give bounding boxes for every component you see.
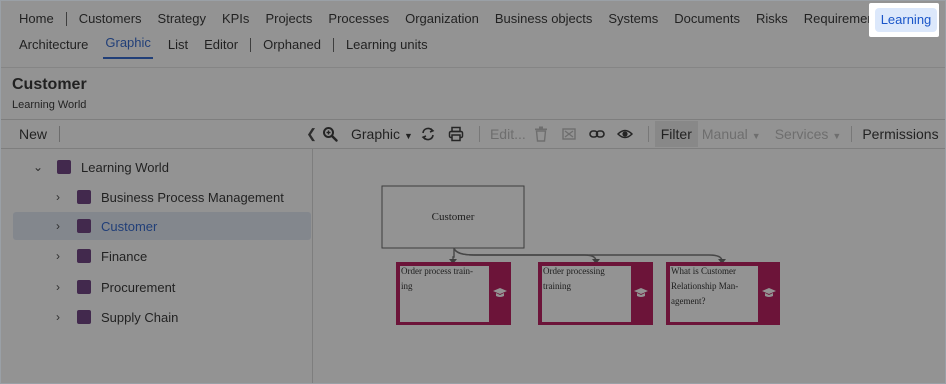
tree-item-label: Learning World — [81, 159, 169, 175]
diagram-root-label: Customer — [431, 211, 475, 223]
chevron-down-icon: ▼ — [404, 131, 413, 141]
folder-icon — [77, 219, 91, 233]
toolbar: New ❮ Graphic ▼ Edit... Filter Manual ▼ … — [1, 119, 945, 149]
tab-divider — [250, 38, 252, 52]
nav-risks[interactable]: Risks — [748, 7, 796, 31]
tree-item-procurement[interactable]: › Procurement — [13, 273, 311, 301]
nav-home[interactable]: Home — [11, 7, 62, 31]
graphic-dropdown[interactable]: Graphic ▼ — [347, 126, 417, 142]
learning-nav-highlight: Learning — [869, 3, 939, 37]
tree-item-finance[interactable]: › Finance — [13, 242, 311, 270]
manual-dropdown[interactable]: Manual ▼ — [698, 126, 765, 142]
folder-icon — [77, 280, 91, 294]
nav-projects[interactable]: Projects — [257, 7, 320, 31]
learning-unit-label: What is Customer Relationship Man- ageme… — [671, 264, 759, 309]
toolbar-divider — [851, 126, 853, 142]
connector-line — [453, 247, 723, 262]
nav-strategy[interactable]: Strategy — [150, 7, 214, 31]
toolbar-divider — [478, 126, 480, 142]
learning-unit-line: ing — [401, 281, 413, 291]
page-subtitle: Learning World — [12, 99, 87, 111]
refresh-icon[interactable] — [417, 123, 439, 145]
tab-learning-units[interactable]: Learning units — [338, 33, 436, 57]
nav-customers[interactable]: Customers — [71, 7, 150, 31]
top-navigation: Home Customers Strategy KPIs Projects Pr… — [1, 1, 945, 67]
chevron-right-icon[interactable]: › — [51, 219, 65, 233]
page-title: Customer — [12, 76, 87, 93]
tree-item-label: Customer — [101, 218, 158, 234]
folder-icon — [57, 160, 71, 174]
chevron-down-icon: ▼ — [751, 131, 761, 141]
edit-button[interactable]: Edit... — [486, 126, 530, 142]
tab-graphic[interactable]: Graphic — [96, 30, 160, 60]
collapse-panel-icon[interactable]: ❮ — [306, 126, 317, 142]
chevron-right-icon[interactable]: › — [51, 190, 65, 204]
learning-unit-line: Order processing — [543, 266, 605, 276]
learning-unit-line: What is Customer — [671, 266, 736, 276]
app-window: Home Customers Strategy KPIs Projects Pr… — [0, 0, 946, 384]
tab-divider — [332, 38, 334, 52]
link-icon[interactable] — [586, 123, 608, 145]
new-button[interactable]: New — [19, 126, 47, 142]
print-icon[interactable] — [445, 123, 467, 145]
graphic-toolbar: Graphic ▼ Edit... Filter Manual ▼ Servic… — [319, 120, 943, 148]
chevron-right-icon[interactable]: › — [51, 249, 65, 263]
unlink-icon[interactable] — [558, 123, 580, 145]
toolbar-divider — [59, 126, 61, 142]
learning-unit-line: agement? — [671, 296, 706, 306]
folder-icon — [77, 190, 91, 204]
manual-label: Manual — [701, 126, 748, 142]
tab-editor[interactable]: Editor — [196, 33, 246, 57]
tree-panel: ⌄ Learning World › Business Process Mana… — [1, 149, 313, 383]
learning-unit-line: Order process train- — [401, 266, 473, 276]
nav-organization[interactable]: Organization — [397, 7, 487, 31]
eye-icon[interactable] — [614, 123, 636, 145]
tab-orphaned[interactable]: Orphaned — [255, 33, 329, 57]
diagram-canvas[interactable]: Customer Order process train- ing Order … — [314, 149, 945, 383]
permissions-button[interactable]: Permissions — [858, 126, 942, 142]
chevron-down-icon: ▼ — [832, 131, 842, 141]
nav-divider — [65, 12, 67, 26]
learning-unit-line: training — [543, 281, 571, 291]
graphic-dropdown-label: Graphic — [351, 126, 401, 142]
services-dropdown[interactable]: Services ▼ — [771, 126, 846, 142]
folder-icon — [77, 310, 91, 324]
tree-item-supply-chain[interactable]: › Supply Chain — [13, 303, 311, 331]
tree-item-label: Finance — [101, 248, 148, 264]
folder-icon — [77, 249, 91, 263]
tree-root[interactable]: ⌄ Learning World — [13, 153, 311, 181]
learning-unit-label: Order processing training — [543, 264, 631, 294]
page-header: Customer Learning World — [1, 67, 945, 119]
chevron-down-icon[interactable]: ⌄ — [31, 160, 45, 174]
tree-toolbar: New ❮ — [1, 120, 317, 148]
learning-unit-line: Relationship Man- — [671, 281, 739, 291]
primary-nav: Home Customers Strategy KPIs Projects Pr… — [11, 7, 893, 31]
tree-item-customer[interactable]: › Customer — [13, 212, 311, 240]
nav-documents[interactable]: Documents — [666, 7, 748, 31]
tree-item-business-process-management[interactable]: › Business Process Management — [13, 183, 311, 211]
filter-button[interactable]: Filter — [654, 121, 698, 147]
nav-processes[interactable]: Processes — [320, 7, 397, 31]
chevron-right-icon[interactable]: › — [51, 280, 65, 294]
tab-list[interactable]: List — [160, 33, 196, 57]
toolbar-divider — [647, 126, 649, 142]
tab-architecture[interactable]: Architecture — [11, 33, 96, 57]
nav-business-objects[interactable]: Business objects — [487, 7, 601, 31]
tree-item-label: Business Process Management — [101, 189, 284, 205]
nav-systems[interactable]: Systems — [600, 7, 666, 31]
chevron-right-icon[interactable]: › — [51, 310, 65, 324]
tree-item-label: Procurement — [101, 279, 176, 295]
trash-icon[interactable] — [530, 123, 552, 145]
zoom-icon[interactable] — [319, 123, 341, 145]
secondary-nav: Architecture Graphic List Editor Orphane… — [11, 30, 436, 60]
tree-item-label: Supply Chain — [101, 309, 179, 325]
learning-unit-label: Order process train- ing — [401, 264, 489, 294]
services-label: Services — [774, 126, 829, 142]
nav-learning[interactable]: Learning — [874, 8, 938, 32]
nav-kpis[interactable]: KPIs — [214, 7, 257, 31]
